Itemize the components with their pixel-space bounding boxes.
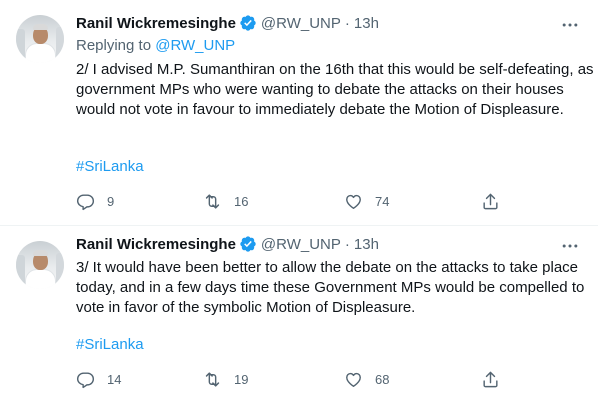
- replying-mention-link[interactable]: @RW_UNP: [155, 37, 235, 54]
- share-icon: [483, 371, 498, 387]
- reply-button[interactable]: 14: [76, 368, 121, 390]
- tweet-text: 3/ It would have been better to allow th…: [76, 259, 585, 316]
- author-name[interactable]: Ranil Wickremesinghe: [76, 236, 236, 253]
- like-button[interactable]: 74: [344, 190, 389, 212]
- avatar[interactable]: [16, 241, 64, 289]
- reply-icon: [76, 371, 95, 388]
- timestamp[interactable]: 13h: [354, 236, 379, 253]
- author-name[interactable]: Ranil Wickremesinghe: [76, 15, 236, 32]
- hashtag-link[interactable]: #SriLanka: [76, 158, 144, 175]
- share-button[interactable]: [481, 368, 500, 390]
- tweet[interactable]: Ranil Wickremesinghe @RW_UNP · 13h 3/ It…: [0, 226, 598, 402]
- reply-count: 14: [107, 371, 122, 387]
- separator-dot: ·: [344, 235, 350, 253]
- retweet-icon: [205, 193, 220, 209]
- tweet-header: Ranil Wickremesinghe @RW_UNP · 13h: [76, 234, 379, 254]
- tweet-actions: 9 16 74: [76, 190, 516, 212]
- retweet-count: 16: [234, 193, 249, 209]
- timestamp[interactable]: 13h: [354, 15, 379, 32]
- hashtag-link[interactable]: #SriLanka: [76, 336, 144, 353]
- replying-prefix: Replying to: [76, 37, 152, 54]
- like-count: 68: [375, 371, 390, 387]
- like-button[interactable]: 68: [344, 368, 389, 390]
- like-icon: [346, 194, 361, 209]
- more-options-icon[interactable]: [560, 236, 580, 256]
- reply-count: 9: [107, 193, 115, 209]
- separator-dot: ·: [344, 14, 350, 32]
- like-icon: [346, 372, 361, 387]
- tweet-actions: 14 19 68: [76, 368, 516, 390]
- retweet-count: 19: [234, 371, 249, 387]
- replying-to: Replying to @RW_UNP: [76, 37, 235, 54]
- tweet-header: Ranil Wickremesinghe @RW_UNP · 13h: [76, 13, 379, 33]
- verified-badge-icon: [240, 15, 256, 31]
- reply-icon: [76, 193, 95, 210]
- author-handle[interactable]: @RW_UNP: [261, 15, 341, 32]
- verified-badge-icon: [240, 236, 256, 252]
- like-count: 74: [375, 193, 390, 209]
- author-handle[interactable]: @RW_UNP: [261, 236, 341, 253]
- reply-button[interactable]: 9: [76, 190, 114, 212]
- tweet[interactable]: Ranil Wickremesinghe @RW_UNP · 13h Reply…: [0, 0, 598, 226]
- retweet-button[interactable]: 19: [203, 368, 248, 390]
- avatar[interactable]: [16, 15, 64, 63]
- retweet-icon: [205, 371, 220, 387]
- share-button[interactable]: [481, 190, 500, 212]
- retweet-button[interactable]: 16: [203, 190, 248, 212]
- tweet-text: 2/ I advised M.P. Sumanthiran on the 16t…: [76, 61, 594, 118]
- share-icon: [483, 193, 498, 209]
- more-options-icon[interactable]: [560, 15, 580, 35]
